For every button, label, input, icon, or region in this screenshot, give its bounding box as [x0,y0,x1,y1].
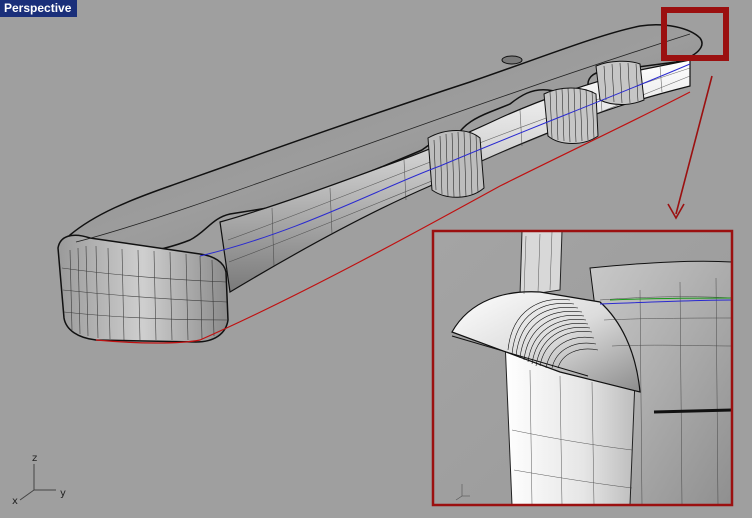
axis-label-x: x [12,496,18,507]
zoom-inset[interactable] [431,229,734,507]
callout-arrow-icon [667,75,713,220]
model-top-face [63,23,703,260]
perspective-viewport[interactable]: Perspective z y x [0,0,752,518]
viewport-canvas[interactable]: z y x [0,0,752,518]
axis-label-z: z [32,453,37,464]
axis-label-y: y [60,488,66,499]
model-end-cap [57,234,229,343]
top-notch [501,55,523,65]
world-axis-icon: z y x [12,453,66,507]
viewport-title-tab[interactable]: Perspective [0,0,78,17]
